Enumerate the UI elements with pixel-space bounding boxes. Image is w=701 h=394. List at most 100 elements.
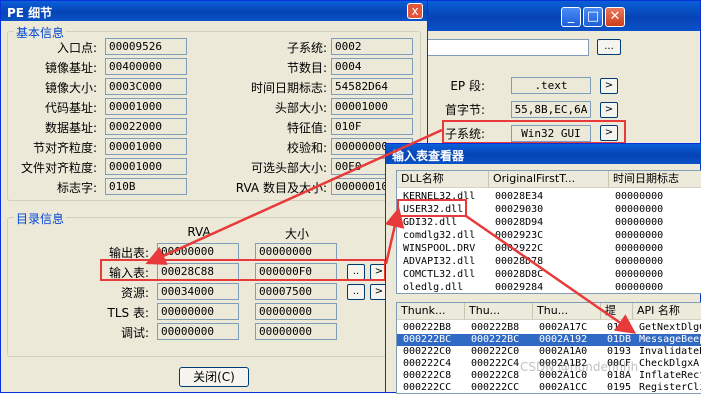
basic-info-label: 可选头部大小: <box>250 161 327 175</box>
basic-info-value: 010B <box>105 178 187 195</box>
directory-rva: 00034000 <box>157 283 239 300</box>
api-row[interactable]: 000222B8 000222B8 0002A17C 0142 GetNextDlgG <box>397 322 701 334</box>
basic-info-label: RVA 数目及大小: <box>235 181 327 195</box>
basic-info-value: 00009526 <box>105 38 187 55</box>
dll-row[interactable]: ADVAPI32.dll 00028D78 00000000 <box>397 255 701 268</box>
directory-label: 调试: <box>120 326 149 340</box>
api-cell: 000222C4 <box>403 358 452 369</box>
first-bytes-label: 首字节: <box>444 103 485 117</box>
api-cell: 0142 <box>607 322 632 333</box>
api-column-header[interactable]: API 名称 <box>633 303 701 320</box>
close-icon[interactable]: x <box>407 3 423 19</box>
api-row[interactable]: 000222C0 000222C0 0002A1A0 0193 InvalidateR <box>397 346 701 358</box>
dll-cell: COMCTL32.dll <box>403 269 476 280</box>
basic-info-label: 入口点: <box>56 41 97 55</box>
api-column-header[interactable]: Thu... <box>465 303 533 320</box>
maximize-icon[interactable]: □ <box>583 7 603 27</box>
basic-info-value: 00001000 <box>105 138 187 155</box>
directory-label: 资源: <box>120 286 149 300</box>
directory-size: 00000000 <box>255 323 337 340</box>
directory-size: 00000000 <box>255 243 337 260</box>
api-cell: 000222B8 <box>403 322 452 333</box>
ep-section-button[interactable]: > <box>600 78 618 94</box>
basic-info-value: 00001000 <box>331 98 413 115</box>
close-button[interactable]: 关闭(C) <box>179 367 249 387</box>
dll-row[interactable]: GDI32.dll 00028D94 00000000 <box>397 216 701 229</box>
basic-info-value: 00001000 <box>105 98 187 115</box>
basic-info-value: 0003C000 <box>105 78 187 95</box>
dll-cell: 00000000 <box>615 217 664 228</box>
api-cell: InflateRect <box>639 370 701 381</box>
dll-cell: 00028E34 <box>495 191 544 202</box>
rva-column-header: RVA <box>187 225 211 239</box>
dll-cell: 00000000 <box>615 204 664 215</box>
api-cell: 000222BC <box>471 334 520 345</box>
api-column-header[interactable]: Thu... <box>533 303 601 320</box>
api-row[interactable]: 000222BC 000222BC 0002A192 01DB MessageBeep <box>397 334 701 346</box>
basic-info-value: 00022000 <box>105 118 187 135</box>
close-button-label: 关闭(C) <box>193 370 235 384</box>
directory-label: TLS 表: <box>107 306 150 320</box>
api-cell: CheckDlgxA <box>639 358 700 369</box>
dll-row[interactable]: COMCTL32.dll 00028D8C 00000000 <box>397 268 701 281</box>
directory-rva: 00000000 <box>157 323 239 340</box>
basic-info-label: 数据基址: <box>44 121 97 135</box>
api-cell: RegisterCli <box>639 382 701 393</box>
dll-row[interactable]: comdlg32.dll 0002923C 00000000 <box>397 229 701 242</box>
watermark: CSDN @hundenhhh <box>520 360 639 374</box>
basic-info-label: 校验和: <box>286 141 327 155</box>
dll-column-header[interactable]: OriginalFirstT... <box>489 171 609 188</box>
basic-info-label: 代码基址: <box>44 101 97 115</box>
api-cell: 000222C0 <box>471 346 520 357</box>
api-cell: 0193 <box>607 346 632 357</box>
basic-info-label: 节对齐粒度: <box>32 141 97 155</box>
first-bytes-value: 55,8B,EC,6A <box>511 101 591 118</box>
dll-cell: GDI32.dll <box>403 217 458 228</box>
basic-info-label: 镜像大小: <box>44 81 97 95</box>
dll-cell: oledlg.dll <box>403 282 464 293</box>
api-cell: MessageBeep <box>639 334 701 345</box>
user32-highlight <box>397 199 467 217</box>
file-path-field[interactable] <box>419 39 589 56</box>
api-cell: 000222B8 <box>471 322 520 333</box>
directory-info-title: 目录信息 <box>14 210 67 227</box>
dll-column-header[interactable]: 时间日期标志 <box>609 171 701 188</box>
dll-cell: 00029030 <box>495 204 544 215</box>
api-cell: InvalidateR <box>639 346 701 357</box>
browse-button[interactable]: ... <box>597 39 621 55</box>
api-cell: 000222CC <box>403 382 452 393</box>
close-icon[interactable]: ✕ <box>605 7 625 27</box>
api-list[interactable]: Thunk... Thu... Thu... 提 API 名称 000222B8 00022… <box>396 302 701 394</box>
basic-info-value: 0002 <box>331 38 413 55</box>
dll-cell: 00000000 <box>615 256 664 267</box>
api-cell: 0002A192 <box>539 334 588 345</box>
minimize-icon[interactable]: _ <box>561 7 581 27</box>
dll-cell: WINSPOOL.DRV <box>403 243 476 254</box>
import-viewer-window: 输入表查看器 DLL名称 OriginalFirstT... 时间日期标志 KERNE… <box>385 143 701 394</box>
first-bytes-button[interactable]: > <box>600 102 618 118</box>
api-cell: 0002A17C <box>539 322 588 333</box>
dll-cell: 00000000 <box>615 243 664 254</box>
api-cell: 0002A1A0 <box>539 346 588 357</box>
dll-cell: ADVAPI32.dll <box>403 256 476 267</box>
dll-cell: 00000000 <box>615 191 664 202</box>
api-column-header[interactable]: 提 <box>601 303 633 320</box>
ep-section-label: EP 段: <box>450 79 485 93</box>
directory-rva: 00000000 <box>157 243 239 260</box>
import-table-highlight <box>100 259 386 281</box>
dll-row[interactable]: WINSPOOL.DRV 0002922C 00000000 <box>397 242 701 255</box>
main-window-titlebar <box>419 1 700 31</box>
api-column-header[interactable]: Thunk... <box>397 303 465 320</box>
size-column-header: 大小 <box>284 227 309 241</box>
dll-row[interactable]: oledlg.dll 00029284 00000000 <box>397 281 701 293</box>
dll-column-header[interactable]: DLL名称 <box>397 171 489 188</box>
api-cell: 000222C8 <box>403 370 452 381</box>
directory-size: 00000000 <box>255 303 337 320</box>
basic-info-label: 头部大小: <box>274 101 327 115</box>
basic-info-value: 00001000 <box>105 158 187 175</box>
directory-browse-button[interactable]: .. <box>347 284 365 300</box>
subsystem-highlight <box>442 120 626 144</box>
dll-list[interactable]: DLL名称 OriginalFirstT... 时间日期标志 KERNEL32.dll… <box>396 170 701 294</box>
api-row[interactable]: 000222CC 000222CC 0002A1CC 0195 RegisterCli <box>397 382 701 393</box>
pe-dialog-titlebar: PE 细节 <box>1 1 427 21</box>
